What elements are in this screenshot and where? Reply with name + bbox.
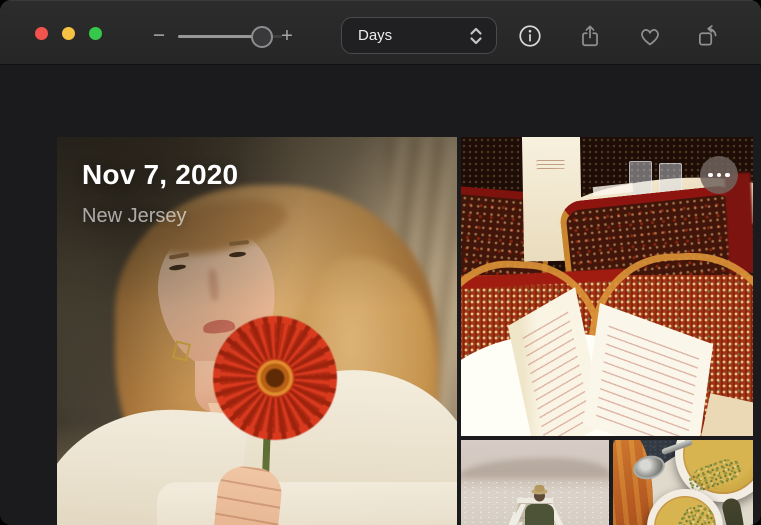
art-boardwalk-scene xyxy=(508,485,564,525)
rotate-button[interactable] xyxy=(693,21,723,51)
chevron-up-down-icon xyxy=(468,26,484,46)
photos-window: − + Days Nov 7, 2020 New Jersey xyxy=(0,0,761,525)
view-mode-label: Days xyxy=(358,27,393,44)
info-icon xyxy=(517,23,543,49)
zoom-in-button[interactable]: + xyxy=(274,22,300,50)
view-mode-popup[interactable]: Days xyxy=(341,17,497,54)
more-dot xyxy=(716,172,722,178)
share-button[interactable] xyxy=(575,21,605,51)
zoom-out-button[interactable]: − xyxy=(146,22,172,50)
day-group-location: New Jersey xyxy=(82,205,187,227)
art-soup-main xyxy=(654,496,723,525)
photo-cafe-bistro-chairs[interactable] xyxy=(461,137,753,436)
minimize-window-button[interactable] xyxy=(62,27,75,40)
day-group-date: Nov 7, 2020 xyxy=(82,159,239,190)
share-icon xyxy=(577,23,603,49)
photo-yellow-soup-bowls[interactable] xyxy=(613,440,753,525)
zoom-slider-fill xyxy=(178,35,262,38)
favorite-button[interactable] xyxy=(635,21,665,51)
zoom-slider-knob[interactable] xyxy=(251,26,273,48)
toolbar: − + Days xyxy=(0,0,761,65)
art-soup-top xyxy=(683,440,753,497)
photo-portrait-woman-with-red-gerbera[interactable]: Nov 7, 2020 New Jersey xyxy=(57,137,457,525)
photo-grid: Nov 7, 2020 New Jersey xyxy=(0,65,761,525)
more-options-button[interactable] xyxy=(700,156,738,194)
art-top-shade xyxy=(57,137,457,525)
rotate-icon xyxy=(695,23,721,49)
close-window-button[interactable] xyxy=(35,27,48,40)
maximize-window-button[interactable] xyxy=(89,27,102,40)
heart-icon xyxy=(637,23,663,49)
info-button[interactable] xyxy=(515,21,545,51)
more-dot xyxy=(708,172,713,178)
more-dot xyxy=(725,172,730,178)
photo-foggy-boardwalk[interactable] xyxy=(461,440,609,525)
